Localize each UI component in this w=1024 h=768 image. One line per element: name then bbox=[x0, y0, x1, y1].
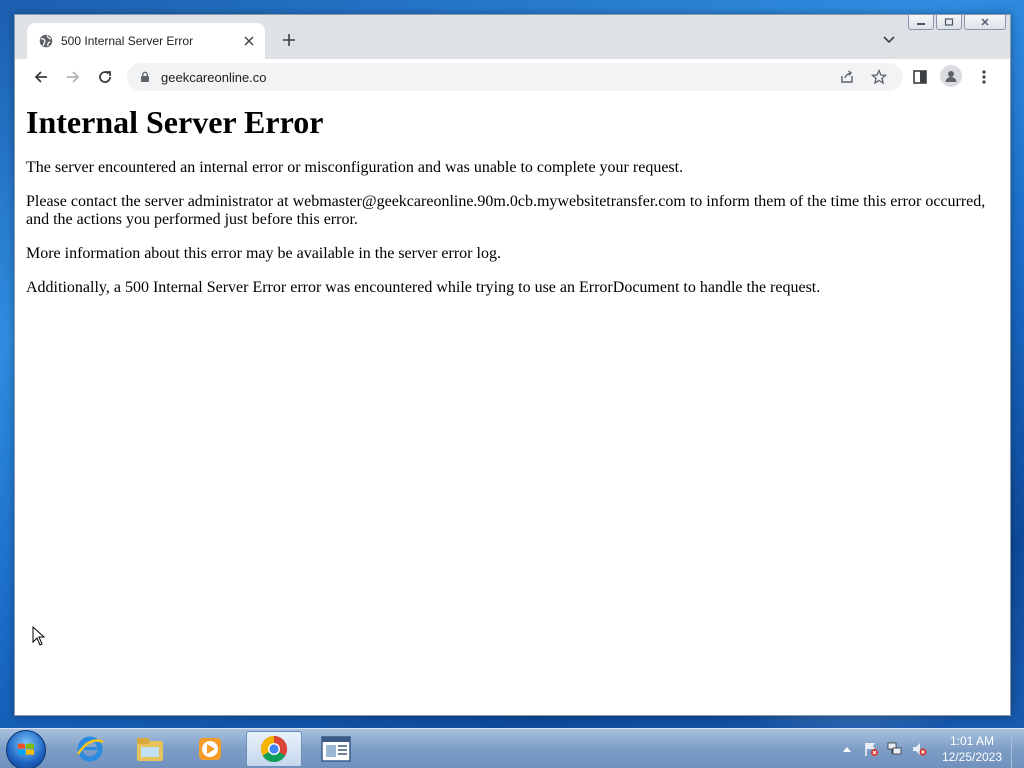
minimize-button[interactable] bbox=[908, 15, 934, 30]
page-content: Internal Server Error The server encount… bbox=[15, 95, 1010, 715]
browser-toolbar: geekcareonline.co bbox=[15, 59, 1010, 96]
browser-tab-active[interactable]: 500 Internal Server Error bbox=[27, 23, 265, 59]
internet-explorer-icon[interactable] bbox=[62, 731, 118, 767]
show-hidden-icons-arrow-icon[interactable] bbox=[839, 741, 855, 757]
clock-time: 1:01 AM bbox=[949, 734, 995, 748]
error-paragraph: More information about this error may be… bbox=[26, 245, 501, 262]
system-clock[interactable]: 1:01 AM 12/25/2023 bbox=[937, 733, 1007, 765]
clock-date: 12/25/2023 bbox=[941, 750, 1003, 764]
forward-arrow-icon[interactable] bbox=[63, 67, 83, 87]
taskbar: 1:01 AM 12/25/2023 bbox=[0, 728, 1024, 768]
network-icon[interactable] bbox=[887, 741, 903, 757]
chrome-taskbar-button[interactable] bbox=[246, 731, 302, 767]
error-paragraph: The server encountered an internal error… bbox=[26, 159, 684, 176]
new-tab-plus-icon[interactable] bbox=[278, 29, 300, 51]
back-arrow-icon[interactable] bbox=[31, 67, 51, 87]
address-bar[interactable]: geekcareonline.co bbox=[127, 63, 903, 91]
error-paragraph: Please contact the server administrator … bbox=[26, 193, 986, 228]
tab-close-icon[interactable] bbox=[241, 33, 257, 49]
bookmark-star-icon[interactable] bbox=[871, 69, 887, 85]
url-text: geekcareonline.co bbox=[161, 69, 267, 85]
maximize-button[interactable] bbox=[936, 15, 962, 30]
browser-window: 500 Internal Server Error geekcareonline… bbox=[14, 14, 1011, 716]
reload-icon[interactable] bbox=[95, 67, 115, 87]
volume-muted-icon[interactable] bbox=[911, 741, 927, 757]
action-center-flag-icon[interactable] bbox=[863, 741, 879, 757]
tab-strip: 500 Internal Server Error bbox=[15, 15, 1010, 59]
globe-icon bbox=[39, 34, 53, 48]
mouse-cursor-icon bbox=[32, 625, 46, 650]
media-player-icon[interactable] bbox=[182, 731, 238, 767]
lock-icon[interactable] bbox=[139, 71, 151, 83]
page-title: Internal Server Error bbox=[26, 104, 324, 140]
error-paragraph: Additionally, a 500 Internal Server Erro… bbox=[26, 279, 821, 296]
windows-explorer-icon[interactable] bbox=[122, 731, 178, 767]
window-app-icon[interactable] bbox=[308, 731, 364, 767]
close-window-button[interactable] bbox=[964, 15, 1006, 30]
share-icon[interactable] bbox=[839, 69, 855, 85]
side-panel-icon[interactable] bbox=[910, 67, 930, 87]
chrome-icon bbox=[260, 735, 288, 763]
tab-title: 500 Internal Server Error bbox=[61, 34, 194, 48]
system-tray: 1:01 AM 12/25/2023 bbox=[835, 729, 1024, 768]
show-desktop-button[interactable] bbox=[1011, 729, 1024, 768]
tab-search-chevron-icon[interactable] bbox=[881, 31, 897, 47]
kebab-menu-icon[interactable] bbox=[974, 67, 994, 87]
profile-avatar-icon[interactable] bbox=[940, 65, 962, 87]
start-button[interactable] bbox=[6, 730, 46, 768]
window-controls bbox=[908, 15, 1006, 30]
